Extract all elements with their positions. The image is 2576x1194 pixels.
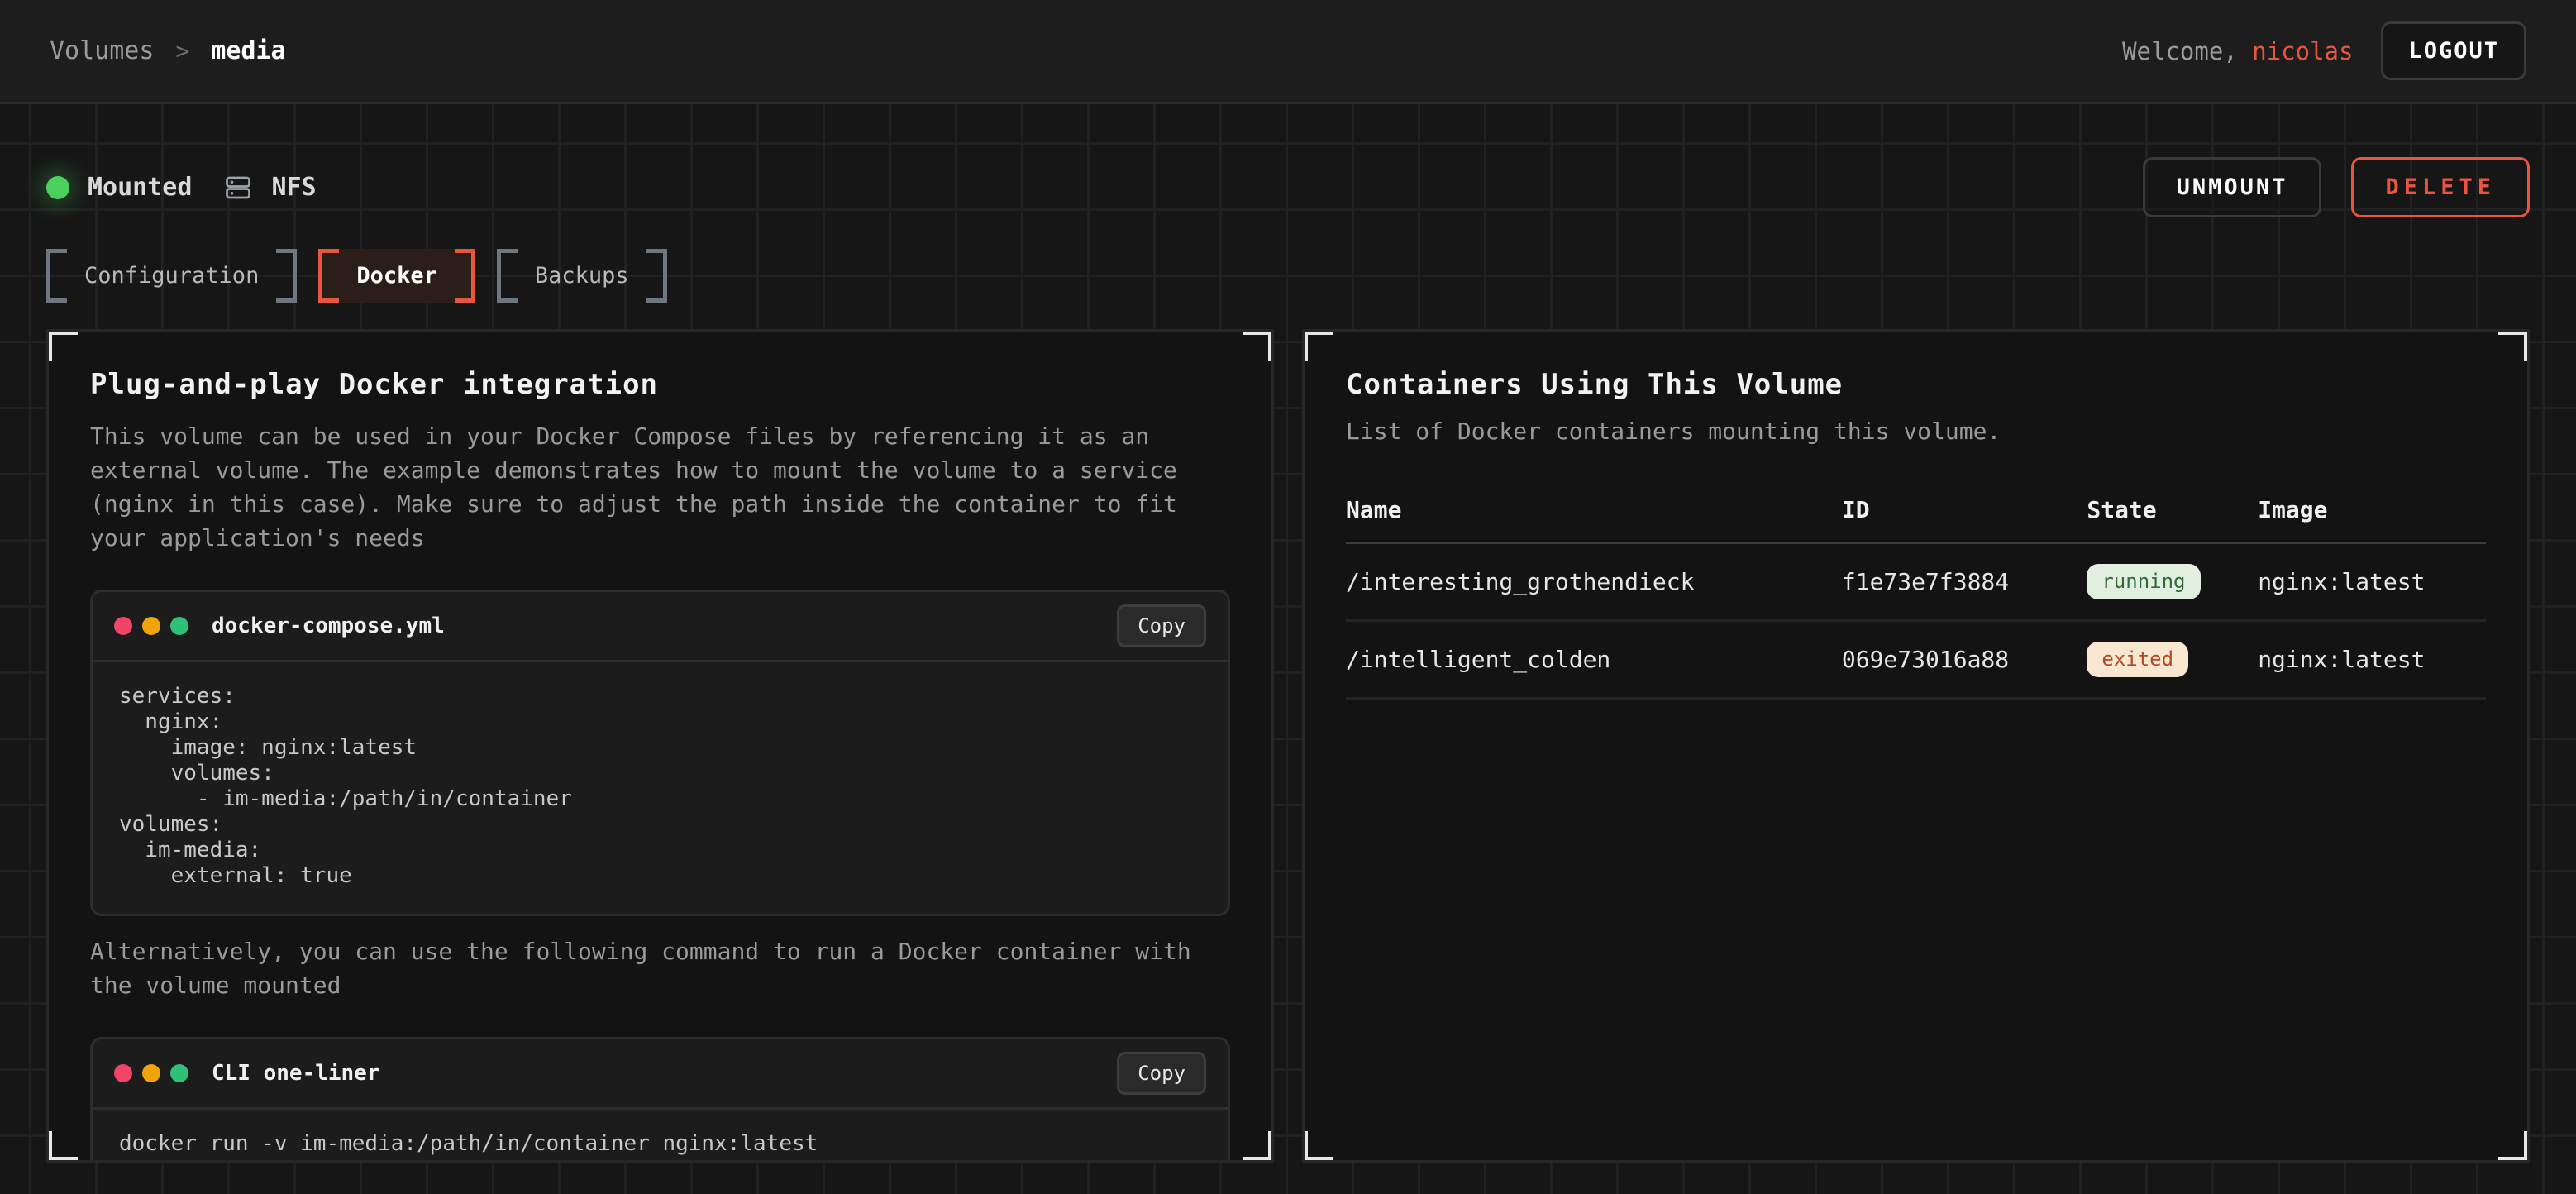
cli-code-card: CLI one-liner Copy docker run -v im-medi… (90, 1037, 1230, 1163)
container-name: /intelligent_colden (1346, 621, 1842, 699)
container-id: f1e73e7f3884 (1842, 543, 2087, 621)
logout-button[interactable]: LOGOUT (2381, 21, 2526, 80)
docker-panel-description: This volume can be used in your Docker C… (90, 419, 1230, 555)
table-row: /intelligent_colden 069e73016a88 exited … (1346, 621, 2486, 699)
column-header-state: State (2087, 483, 2258, 543)
compose-filename: docker-compose.yml (212, 614, 445, 638)
traffic-light-green-icon (170, 617, 188, 635)
cli-code: docker run -v im-media:/path/in/containe… (93, 1110, 1228, 1163)
cli-filename: CLI one-liner (212, 1061, 380, 1086)
driver-label: NFS (271, 173, 316, 202)
traffic-light-red-icon (114, 1064, 132, 1082)
top-bar: Volumes > media Welcome, nicolas LOGOUT (0, 0, 2576, 104)
tab-docker[interactable]: Docker (318, 249, 475, 303)
containers-panel-subtitle: List of Docker containers mounting this … (1346, 418, 2486, 445)
panel-corner-icon (1302, 329, 1333, 361)
welcome-text: Welcome, nicolas (2122, 37, 2353, 65)
traffic-light-yellow-icon (142, 617, 160, 635)
breadcrumb-current-volume: media (211, 36, 285, 65)
panel-corner-icon (1243, 329, 1274, 361)
containers-table: Name ID State Image /interesting_grothen… (1346, 483, 2486, 700)
docker-integration-panel: Plug-and-play Docker integration This vo… (46, 329, 1274, 1163)
container-name: /interesting_grothendieck (1346, 543, 1842, 621)
status-row: Mounted NFS UNMOUNT DELETE (46, 157, 2530, 217)
breadcrumb-separator: > (175, 37, 189, 64)
copy-cli-button[interactable]: Copy (1117, 1052, 1206, 1095)
cli-intro-text: Alternatively, you can use the following… (90, 934, 1230, 1002)
panel-corner-icon (2498, 1131, 2530, 1163)
mounted-label: Mounted (88, 173, 192, 202)
tab-configuration[interactable]: Configuration (46, 249, 297, 303)
unmount-button[interactable]: UNMOUNT (2143, 157, 2322, 217)
panel-corner-icon (1302, 1131, 1333, 1163)
table-row: /interesting_grothendieck f1e73e7f3884 r… (1346, 543, 2486, 621)
mounted-status-dot-icon (46, 176, 69, 199)
container-image: nginx:latest (2258, 543, 2486, 621)
tab-bar: Configuration Docker Backups (46, 249, 2530, 303)
breadcrumb-volumes-link[interactable]: Volumes (50, 36, 154, 65)
panel-corner-icon (1243, 1131, 1274, 1163)
traffic-light-green-icon (170, 1064, 188, 1082)
server-stack-icon (223, 173, 253, 203)
panel-corner-icon (46, 1131, 78, 1163)
copy-compose-button[interactable]: Copy (1117, 604, 1206, 647)
column-header-id: ID (1842, 483, 2087, 543)
column-header-image: Image (2258, 483, 2486, 543)
compose-code: services: nginx: image: nginx:latest vol… (93, 662, 1228, 914)
delete-button[interactable]: DELETE (2351, 157, 2530, 217)
breadcrumb: Volumes > media (50, 36, 286, 65)
containers-panel-title: Containers Using This Volume (1346, 368, 2486, 401)
status-badge: running (2087, 564, 2200, 599)
containers-panel: Containers Using This Volume List of Doc… (1302, 329, 2530, 1163)
traffic-light-yellow-icon (142, 1064, 160, 1082)
username: nicolas (2252, 37, 2353, 65)
status-badge: exited (2087, 642, 2188, 677)
docker-panel-title: Plug-and-play Docker integration (90, 368, 1230, 401)
compose-code-card: docker-compose.yml Copy services: nginx:… (90, 590, 1230, 916)
panel-corner-icon (2498, 329, 2530, 361)
container-id: 069e73016a88 (1842, 621, 2087, 699)
traffic-light-red-icon (114, 617, 132, 635)
panel-corner-icon (46, 329, 78, 361)
main-area: Mounted NFS UNMOUNT DELETE Configuration… (0, 104, 2576, 1194)
container-image: nginx:latest (2258, 621, 2486, 699)
column-header-name: Name (1346, 483, 1842, 543)
tab-backups[interactable]: Backups (497, 249, 667, 303)
